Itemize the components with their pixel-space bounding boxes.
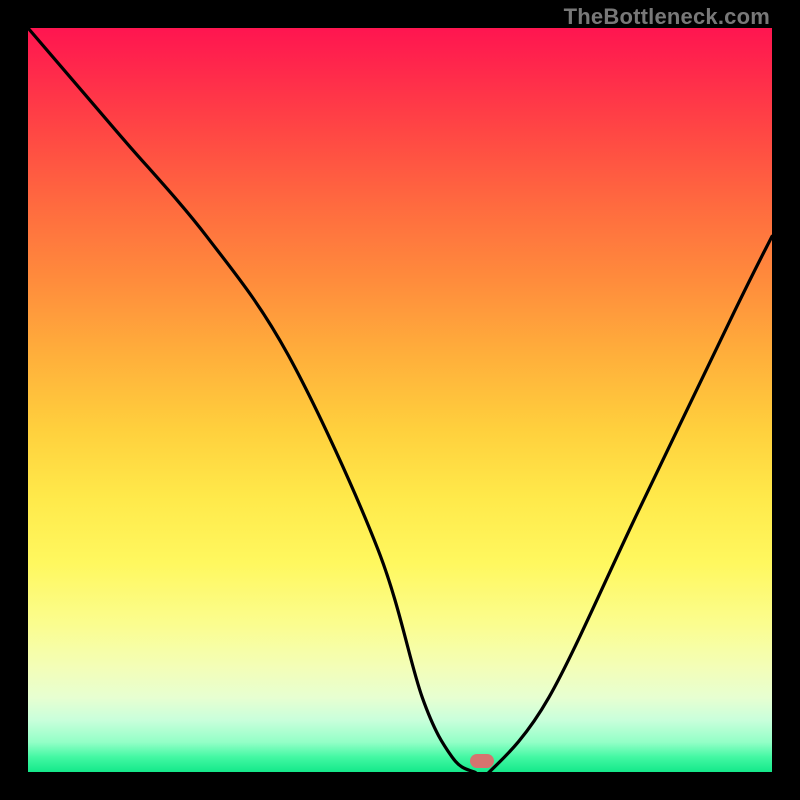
chart-frame: TheBottleneck.com [0, 0, 800, 800]
optimal-point-marker [470, 754, 494, 768]
bottleneck-curve [28, 28, 772, 772]
watermark-text: TheBottleneck.com [564, 4, 770, 30]
plot-area [28, 28, 772, 772]
